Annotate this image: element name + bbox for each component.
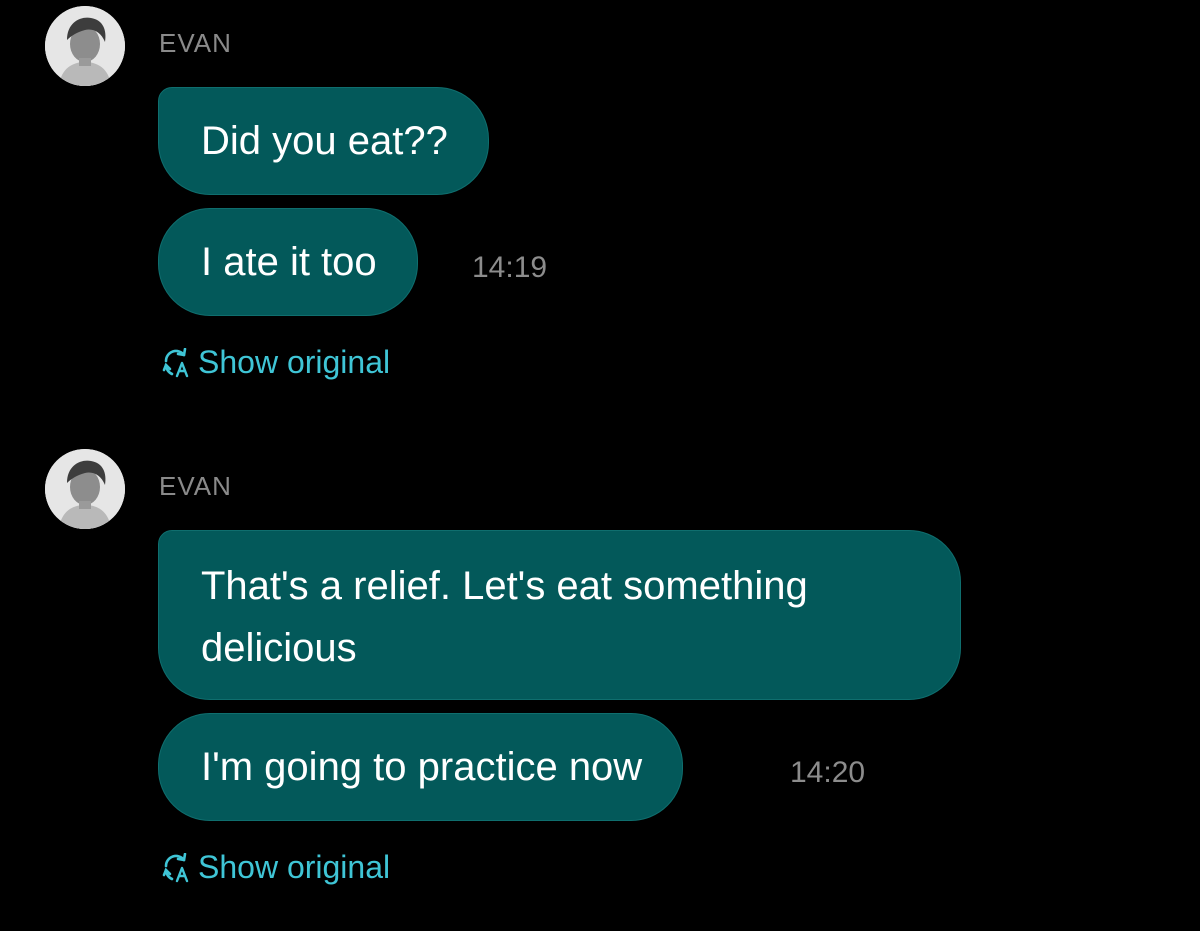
chat-screen: EVAN Did you eat?? I ate it too 14:19 Sh… <box>0 0 1200 931</box>
show-original-link[interactable]: Show original <box>160 344 390 381</box>
translate-icon <box>160 347 194 378</box>
sender-name: EVAN <box>159 28 232 58</box>
sender-name: EVAN <box>159 471 232 501</box>
message-timestamp: 14:20 <box>790 756 866 789</box>
message-bubble[interactable]: I'm going to practice now <box>158 713 684 821</box>
message-bubble[interactable]: Did you eat?? <box>158 87 489 195</box>
show-original-label: Show original <box>198 344 391 380</box>
translate-icon <box>160 852 194 883</box>
avatar-photo-icon <box>45 449 125 529</box>
sender-avatar[interactable] <box>45 6 125 86</box>
avatar-photo-icon <box>45 6 125 86</box>
message-bubble[interactable]: That's a relief. Let's eat something del… <box>158 530 961 700</box>
sender-avatar[interactable] <box>45 449 125 529</box>
show-original-link[interactable]: Show original <box>160 849 390 886</box>
show-original-label: Show original <box>198 849 391 885</box>
message-bubble[interactable]: I ate it too <box>158 208 418 316</box>
message-timestamp: 14:19 <box>472 251 548 284</box>
